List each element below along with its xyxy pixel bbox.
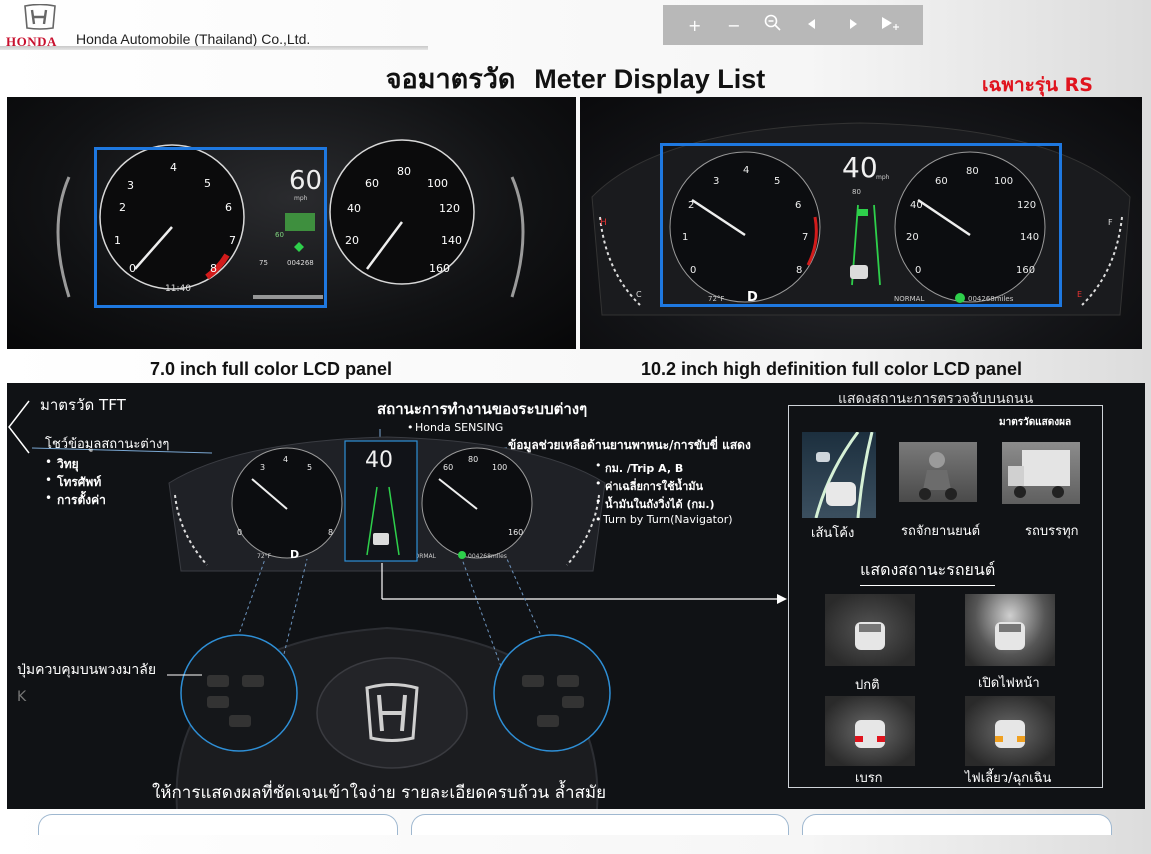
detect-motorcycle-label: รถจักยานยนต์ [901, 524, 981, 539]
caption-10inch: 10.2 inch high definition full color LCD… [641, 359, 1023, 379]
svg-text:40: 40 [347, 202, 361, 215]
car-status-title: แสดงสถานะรถยนต์ [860, 558, 996, 586]
pointer-tool-button[interactable] [879, 15, 903, 35]
svg-text:H: H [600, 218, 607, 228]
svg-text:140: 140 [441, 234, 462, 247]
status-display-box: มาตรวัดแสดงผล เส้นโค้ง รถจักยานยนต์ รถบร… [788, 405, 1103, 788]
assist-bullet: • [595, 513, 602, 526]
svg-text:60: 60 [365, 177, 379, 190]
zoom-out-button[interactable]: − [722, 16, 746, 35]
meter-display-subtitle: มาตรวัดแสดงผล [999, 417, 1072, 428]
svg-text:20: 20 [345, 234, 359, 247]
caption-7inch: 7.0 inch full color LCD panel [150, 359, 393, 379]
detect-truck-label: รถบรรทุก [1025, 524, 1079, 539]
bottom-tab-2[interactable] [411, 814, 789, 835]
page-title-thai: จอมาตรวัด [385, 64, 516, 95]
feature-meter-odo: 004268miles [468, 553, 507, 560]
bottom-tab-3[interactable] [802, 814, 1112, 835]
assist-item-range: น้ำมันในถังวิ่งได้ (กม.) [605, 498, 715, 511]
car-turn-signal-thumbnail [965, 696, 1055, 766]
meter-10inch-highlight-frame [660, 143, 1062, 307]
feature-meter-temp: 72°F [257, 553, 272, 560]
page-title-english: Meter Display List [534, 64, 766, 94]
curve-road-thumbnail [802, 431, 876, 519]
svg-text:4: 4 [283, 455, 288, 464]
svg-text:5: 5 [307, 463, 312, 472]
sensing-bullet: • [407, 421, 414, 434]
svg-text:160: 160 [508, 528, 523, 537]
honda-sensing-item: Honda SENSING [415, 421, 504, 434]
svg-text:100: 100 [492, 463, 507, 472]
rs-model-badge: เฉพาะรุ่น RS [982, 74, 1093, 96]
bottom-slogan: ให้การแสดงผลที่ชัดเจนเข้าใจง่าย รายละเอี… [152, 783, 607, 803]
svg-text:120: 120 [439, 202, 460, 215]
svg-text:K: K [17, 689, 27, 705]
svg-text:8: 8 [328, 528, 333, 537]
info-bullet: • [45, 455, 53, 469]
svg-text:0: 0 [237, 528, 242, 537]
zoom-in-button[interactable]: + [683, 16, 707, 35]
header-divider [0, 46, 428, 50]
assist-info-title: ข้อมูลช่วยเหลือด้านยานพาหนะ/การขับขี่ แส… [508, 438, 751, 452]
info-bullet: • [45, 473, 53, 487]
svg-text:100: 100 [427, 177, 448, 190]
steering-buttons-label: ปุ่มควบคุมบนพวงมาลัย [17, 662, 157, 678]
meter-7inch-photo: 3 4 5 2 6 1 7 0 8 60 80 100 40 120 20 14… [7, 97, 576, 349]
meter-10inch-photo: H C F E 3 4 5 2 6 1 7 0 8 60 80 100 40 1… [580, 97, 1142, 349]
info-display-label: โชว์ข้อมูลสถานะต่างๆ [45, 437, 170, 452]
info-item-radio: วิทยุ [57, 457, 79, 471]
car-turn-signal-label: ไฟเลี้ยว/ฉุกเฉิน [965, 771, 1052, 786]
svg-text:80: 80 [468, 455, 478, 464]
truck-thumbnail [1002, 442, 1080, 504]
next-slide-button[interactable] [840, 16, 864, 35]
car-brake-thumbnail [825, 696, 915, 766]
svg-text:160: 160 [429, 262, 450, 275]
svg-text:C: C [636, 290, 642, 299]
feature-meter-speed: 40 [365, 448, 393, 473]
car-headlights-thumbnail [965, 594, 1055, 666]
system-status-title: สถานะการทำงานของระบบต่างๆ [377, 400, 588, 418]
feature-meter-gear: D [290, 548, 299, 561]
assist-bullet: • [595, 477, 602, 490]
svg-text:F: F [1108, 218, 1113, 227]
tft-meter-label: มาตรวัด TFT [40, 396, 126, 414]
previous-slide-button[interactable] [801, 16, 825, 35]
svg-text:80: 80 [397, 165, 411, 178]
page-title: จอมาตรวัด Meter Display List [0, 57, 1151, 100]
car-normal-label: ปกติ [855, 678, 880, 693]
assist-item-turn-by-turn: Turn by Turn(Navigator) [603, 513, 733, 526]
company-name: Honda Automobile (Thailand) Co.,Ltd. [76, 31, 311, 47]
assist-bullet: • [595, 495, 602, 508]
car-normal-thumbnail [825, 594, 915, 666]
meter-7inch-highlight-frame [94, 147, 327, 308]
detect-curve-label: เส้นโค้ง [811, 526, 855, 541]
slide-prev-chevron-icon[interactable] [8, 400, 30, 454]
assist-item-trip: กม. /Trip A, B [605, 462, 684, 475]
svg-text:60: 60 [443, 463, 453, 472]
bottom-tab-1[interactable] [38, 814, 398, 835]
assist-bullet: • [595, 459, 602, 472]
viewer-toolbar: + − [663, 5, 923, 45]
info-item-settings: การตั้งค่า [57, 493, 106, 507]
honda-h-icon [24, 4, 56, 30]
svg-text:3: 3 [260, 463, 265, 472]
svg-text:E: E [1077, 290, 1082, 299]
info-item-phone: โทรศัพท์ [57, 475, 102, 489]
car-brake-label: เบรก [855, 771, 883, 786]
info-bullet: • [45, 491, 53, 505]
car-headlights-label: เปิดไฟหน้า [978, 676, 1040, 691]
motorcycle-thumbnail [899, 442, 977, 502]
assist-item-fuel-average: ค่าเฉลี่ยการใช้น้ำมัน [605, 480, 704, 493]
magnifier-icon[interactable] [761, 14, 785, 36]
